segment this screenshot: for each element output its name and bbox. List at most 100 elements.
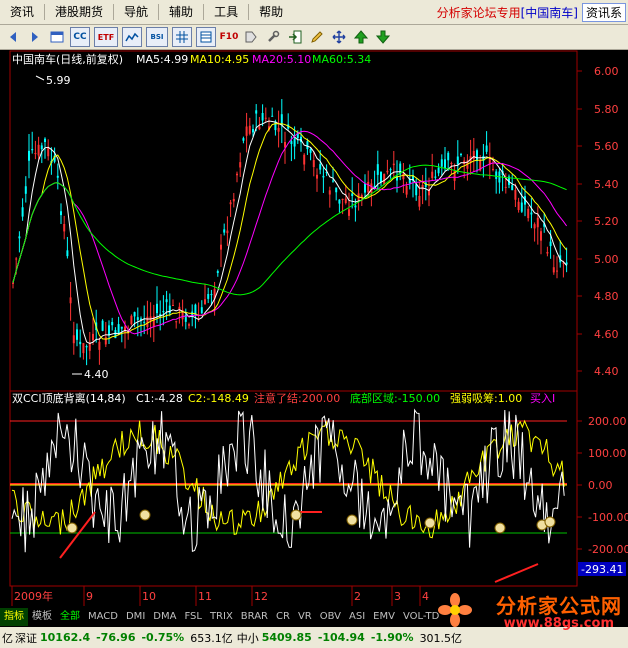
candle-body <box>204 299 206 305</box>
candle-body <box>421 184 424 190</box>
price-tick-label: 5.60 <box>594 140 619 153</box>
candle-body <box>271 115 274 117</box>
candle-body <box>540 231 542 241</box>
candle-body <box>162 311 165 313</box>
tab-trix[interactable]: TRIX <box>206 608 237 626</box>
info-system-button[interactable]: 资讯系 <box>581 2 626 22</box>
candle-body <box>322 175 325 178</box>
chart-area[interactable]: 6.00 5.80 5.60 5.40 5.20 5.00 4.80 4.60 4.40 200… <box>0 50 628 606</box>
candle-body <box>303 154 306 165</box>
money-bag-icon <box>544 516 556 528</box>
ma60-label: MA60:5.34 <box>312 53 371 66</box>
up-arrow-icon[interactable] <box>352 28 370 46</box>
candle-body <box>386 170 389 173</box>
bsi-icon[interactable]: BSI <box>146 27 168 47</box>
chart-svg[interactable]: 6.00 5.80 5.60 5.40 5.20 5.00 4.80 4.60 4.40 200… <box>0 50 628 606</box>
tab-cr[interactable]: CR <box>272 608 294 626</box>
grid-icon[interactable] <box>172 27 192 47</box>
tab-indicator[interactable]: 指标 <box>0 608 28 626</box>
tab-vr[interactable]: VR <box>294 608 316 626</box>
candle-body <box>31 148 34 151</box>
candle-body <box>220 244 222 250</box>
tab-vol-td[interactable]: VOL-TD <box>399 608 443 626</box>
index2-amount: 301.5亿 <box>419 631 463 645</box>
menu-assist[interactable]: 辅助 <box>159 0 203 24</box>
candle-body <box>476 150 478 162</box>
menu-tools[interactable]: 工具 <box>204 0 248 24</box>
index1-name[interactable]: 深证 <box>13 630 37 646</box>
candle-body <box>504 186 507 188</box>
tab-macd[interactable]: MACD <box>84 608 122 626</box>
candle-body <box>85 346 88 348</box>
tab-fsl[interactable]: FSL <box>180 608 206 626</box>
move-icon[interactable] <box>330 28 348 46</box>
candle-body <box>277 127 280 132</box>
cc-icon[interactable]: CC <box>70 27 90 47</box>
price-tick-label: 6.00 <box>594 65 619 78</box>
menu-hk-futures[interactable]: 港股期货 <box>45 0 113 24</box>
window-icon[interactable] <box>48 28 66 46</box>
money-bag-icon <box>494 522 506 534</box>
candle-body <box>405 185 408 195</box>
forward-icon[interactable] <box>26 28 44 46</box>
tab-brar[interactable]: BRAR <box>237 608 272 626</box>
tab-emv[interactable]: EMV <box>369 608 399 626</box>
table-icon[interactable] <box>196 27 216 47</box>
indicator-buy: 买入I <box>530 392 555 405</box>
candle-body <box>146 316 149 327</box>
candle-body <box>44 138 46 143</box>
candle-body <box>252 129 254 133</box>
candle-body <box>261 112 264 121</box>
tab-obv[interactable]: OBV <box>316 608 345 626</box>
line-chart-icon[interactable] <box>122 27 142 47</box>
wrench-icon[interactable] <box>264 28 282 46</box>
candle-body <box>242 138 245 141</box>
indicator-tick-label: -100.00 <box>588 511 628 524</box>
candle-body <box>389 169 392 171</box>
indicator-tabs: 指标 模板 全部 MACD DMI DMA FSL TRIX BRAR CR V… <box>0 607 628 627</box>
candle-body <box>165 299 168 303</box>
brand-prefix: 分析家论坛专用 <box>436 5 521 20</box>
price-tick-label: 4.40 <box>594 365 619 378</box>
candle-body <box>117 324 120 334</box>
index1-amount: 653.1亿 <box>190 631 233 645</box>
candle-body <box>514 189 517 200</box>
tab-dma[interactable]: DMA <box>149 608 180 626</box>
x-tick-label: 4 <box>422 590 429 603</box>
candle-body <box>175 321 178 323</box>
index2-change: -104.94 <box>317 631 365 644</box>
f10-icon[interactable]: F10 <box>220 28 239 46</box>
x-tick-label: 3 <box>394 590 401 603</box>
divergence-line <box>59 511 96 559</box>
down-arrow-icon[interactable] <box>374 28 392 46</box>
etf-icon[interactable]: ETF <box>94 27 118 47</box>
candle-body <box>79 341 82 345</box>
tab-template[interactable]: 模板 <box>28 608 56 626</box>
tab-dmi[interactable]: DMI <box>122 608 149 626</box>
enter-icon[interactable] <box>286 28 304 46</box>
candle-body <box>133 312 136 317</box>
candle-body <box>437 167 440 174</box>
candle-body <box>172 305 174 307</box>
indicator-tick-label: 200.00 <box>588 415 627 428</box>
tag-icon[interactable] <box>242 28 260 46</box>
index2-name[interactable]: 中小 <box>233 630 259 646</box>
indicator-warn: 注意了结:200.00 <box>254 391 340 405</box>
pencil-icon[interactable] <box>308 28 326 46</box>
high-label: 5.99 <box>46 74 71 87</box>
menu-info[interactable]: 资讯 <box>0 0 44 24</box>
candle-body <box>168 305 171 314</box>
menu-help[interactable]: 帮助 <box>249 0 293 24</box>
tab-all[interactable]: 全部 <box>56 608 84 626</box>
candle-body <box>255 110 258 114</box>
price-tick-label: 4.60 <box>594 328 619 341</box>
tab-asi[interactable]: ASI <box>345 608 369 626</box>
candle-body <box>460 154 462 156</box>
candle-body <box>431 171 434 179</box>
back-icon[interactable] <box>4 28 22 46</box>
menu-navigate[interactable]: 导航 <box>114 0 158 24</box>
candle-body <box>18 236 21 239</box>
price-panel-title: 中国南车(日线,前复权) <box>12 52 123 66</box>
candle-body <box>316 174 318 179</box>
candle-body <box>245 126 248 136</box>
